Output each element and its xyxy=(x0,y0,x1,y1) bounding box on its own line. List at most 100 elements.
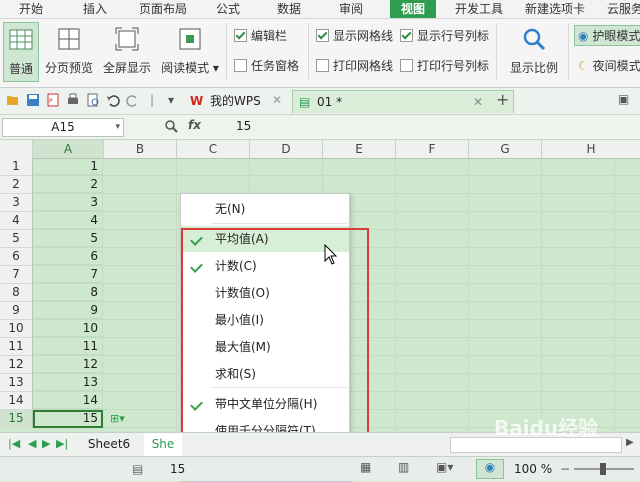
row-header[interactable]: 13 xyxy=(0,374,33,392)
new-tab-icon[interactable]: + xyxy=(496,90,509,109)
row-header[interactable]: 15 xyxy=(0,410,33,428)
save-icon[interactable] xyxy=(26,93,40,107)
tab-page-layout[interactable]: 页面布局 xyxy=(128,0,198,18)
row-header[interactable]: 6 xyxy=(0,248,33,266)
menu-item[interactable]: 求和(S) xyxy=(181,361,349,387)
select-all-corner[interactable] xyxy=(0,140,33,159)
col-header-B[interactable]: B xyxy=(104,140,177,159)
export-pdf-icon[interactable]: P xyxy=(46,93,60,107)
row-header[interactable]: 12 xyxy=(0,356,33,374)
print-headings-checkbox[interactable]: 打印行号列标 xyxy=(400,57,489,74)
menu-item[interactable]: 最大值(M) xyxy=(181,334,349,360)
status-sheet-icon[interactable]: ▤ xyxy=(132,462,143,476)
scroll-right-icon[interactable]: ▶ xyxy=(626,437,634,448)
formula-input[interactable]: 15 xyxy=(236,119,251,133)
row-header[interactable]: 3 xyxy=(0,194,33,212)
tab-insert[interactable]: 插入 xyxy=(70,0,120,18)
name-box[interactable]: A15 ▾ xyxy=(2,118,124,137)
zoom-icon[interactable] xyxy=(164,119,178,133)
zoom-out-icon[interactable]: − xyxy=(560,462,570,476)
cell-A[interactable]: 14 xyxy=(33,392,103,409)
close-icon[interactable]: ✕ xyxy=(272,93,282,107)
tab-view[interactable]: 视图 xyxy=(390,0,436,18)
close-icon[interactable]: ✕ xyxy=(473,91,483,113)
cell-A[interactable]: 5 xyxy=(33,230,103,247)
normal-view-button[interactable]: 普通 xyxy=(3,22,39,82)
cell-A[interactable]: 8 xyxy=(33,284,103,301)
window-control-icon[interactable]: ▣ xyxy=(618,92,629,106)
tab-home[interactable]: 开始 xyxy=(6,0,56,18)
tab-developer[interactable]: 开发工具 xyxy=(446,0,512,18)
page-layout-status-icon[interactable]: ▥ xyxy=(398,460,409,474)
col-header-E[interactable]: E xyxy=(323,140,396,159)
formula-bar-checkbox[interactable]: 编辑栏 xyxy=(234,27,287,44)
show-gridlines-checkbox[interactable]: 显示网格线 xyxy=(316,27,393,44)
menu-item[interactable]: 最小值(I) xyxy=(181,307,349,333)
menu-item[interactable]: 无(N) xyxy=(181,196,349,222)
row-header[interactable]: 4 xyxy=(0,212,33,230)
cell-A[interactable]: 1 xyxy=(33,158,103,175)
page-break-button[interactable]: 分页预览 xyxy=(44,22,94,80)
eye-protection-toggle[interactable]: ◉ 护眼模式 xyxy=(574,25,640,46)
col-header-C[interactable]: C xyxy=(177,140,250,159)
cell-A[interactable]: 7 xyxy=(33,266,103,283)
menu-item[interactable]: 计数值(O) xyxy=(181,280,349,306)
row-header[interactable]: 5 xyxy=(0,230,33,248)
tab-formula[interactable]: 公式 xyxy=(206,0,250,18)
col-header-G[interactable]: G xyxy=(469,140,542,159)
sheet-tab[interactable]: Sheet6 xyxy=(78,433,140,456)
cell-A[interactable]: 3 xyxy=(33,194,103,211)
first-sheet-icon[interactable]: |◀ xyxy=(8,437,20,450)
fullscreen-button[interactable]: 全屏显示 xyxy=(100,22,154,80)
eye-protection-status-icon[interactable]: ◉ xyxy=(476,459,504,479)
menu-item[interactable]: 带中文单位分隔(H) xyxy=(181,391,349,417)
next-sheet-icon[interactable]: ▶ xyxy=(42,437,50,450)
row-header[interactable]: 14 xyxy=(0,392,33,410)
night-mode-toggle[interactable]: ☾ 夜间模式 xyxy=(578,57,640,74)
tab-review[interactable]: 审阅 xyxy=(326,0,376,18)
show-headings-checkbox[interactable]: 显示行号列标 xyxy=(400,27,489,44)
quick-analysis-icon[interactable]: ⊞▾ xyxy=(110,412,125,425)
cell-A[interactable]: 11 xyxy=(33,338,103,355)
last-sheet-icon[interactable]: ▶| xyxy=(56,437,68,450)
cell-A[interactable]: 6 xyxy=(33,248,103,265)
row-header[interactable]: 8 xyxy=(0,284,33,302)
insert-function-button[interactable]: fx xyxy=(188,118,201,132)
reading-mode-button[interactable]: 阅读模式 ▾ xyxy=(158,22,222,80)
col-header-D[interactable]: D xyxy=(250,140,323,159)
print-preview-icon[interactable] xyxy=(86,93,100,107)
dropdown-arrow-icon[interactable]: ▾ xyxy=(168,93,174,107)
print-gridlines-checkbox[interactable]: 打印网格线 xyxy=(316,57,393,74)
tab-data[interactable]: 数据 xyxy=(264,0,314,18)
zoom-ratio-button[interactable]: 显示比例 xyxy=(504,22,564,80)
cell-A[interactable]: 13 xyxy=(33,374,103,391)
undo-icon[interactable] xyxy=(106,93,120,107)
task-pane-checkbox[interactable]: 任务窗格 xyxy=(234,57,299,74)
col-header-A[interactable]: A xyxy=(33,140,104,159)
status-value[interactable]: 15 xyxy=(170,462,185,476)
zoom-value[interactable]: 100 % xyxy=(514,462,552,476)
tab-new[interactable]: 新建选项卡 xyxy=(518,0,592,18)
print-icon[interactable] xyxy=(66,93,80,107)
prev-sheet-icon[interactable]: ◀ xyxy=(28,437,36,450)
doc-tab-01[interactable]: ▤ 01 * ✕ xyxy=(292,90,514,113)
cell-A[interactable]: 10 xyxy=(33,320,103,337)
row-header[interactable]: 10 xyxy=(0,320,33,338)
row-header[interactable]: 7 xyxy=(0,266,33,284)
cell-A[interactable]: 9 xyxy=(33,302,103,319)
page-break-status-icon[interactable]: ▣▾ xyxy=(436,460,453,474)
normal-view-status-icon[interactable]: ▦ xyxy=(360,460,371,474)
col-header-H[interactable]: H xyxy=(542,140,640,159)
row-header[interactable]: 11 xyxy=(0,338,33,356)
row-header[interactable]: 1 xyxy=(0,158,33,176)
redo-icon[interactable] xyxy=(126,93,140,107)
row-header[interactable]: 9 xyxy=(0,302,33,320)
row-header[interactable]: 2 xyxy=(0,176,33,194)
sheet-tab-active[interactable]: She xyxy=(144,433,182,456)
open-folder-icon[interactable] xyxy=(6,93,20,107)
tab-cloud[interactable]: 云服务 xyxy=(600,0,640,18)
zoom-slider-thumb[interactable] xyxy=(600,463,606,475)
col-header-F[interactable]: F xyxy=(396,140,469,159)
cell-A[interactable]: 12 xyxy=(33,356,103,373)
cell-A[interactable]: 2 xyxy=(33,176,103,193)
